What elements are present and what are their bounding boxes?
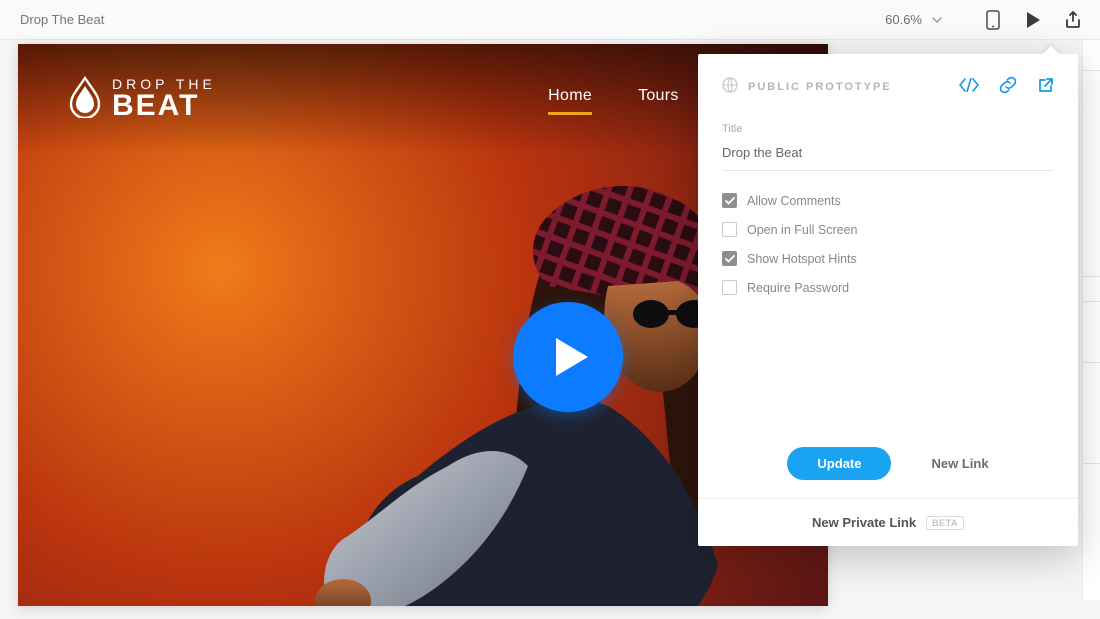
share-panel-actions: Update New Link xyxy=(722,433,1054,498)
title-input[interactable] xyxy=(722,141,1054,171)
share-panel: PUBLIC PROTOTYPE Title Allow Comments Op… xyxy=(698,54,1078,546)
share-panel-footer[interactable]: New Private Link BETA xyxy=(698,498,1078,546)
open-external-button[interactable] xyxy=(1037,77,1054,97)
option-hotspot-hints[interactable]: Show Hotspot Hints xyxy=(722,251,1054,266)
share-panel-header: PUBLIC PROTOTYPE xyxy=(722,76,1054,97)
checkbox-icon xyxy=(722,251,737,266)
drop-icon xyxy=(68,76,102,123)
checkbox-icon xyxy=(722,222,737,237)
option-label: Open in Full Screen xyxy=(747,223,857,237)
new-link-button[interactable]: New Link xyxy=(931,456,988,471)
chevron-down-icon xyxy=(932,17,942,23)
zoom-dropdown[interactable]: 60.6% xyxy=(885,12,942,27)
logo-line2: BEAT xyxy=(112,91,216,121)
option-require-password[interactable]: Require Password xyxy=(722,280,1054,295)
nav-link-home[interactable]: Home xyxy=(548,87,592,111)
globe-icon xyxy=(722,77,738,96)
share-button[interactable] xyxy=(1060,11,1086,29)
checkbox-icon xyxy=(722,193,737,208)
top-toolbar: Drop The Beat 60.6% xyxy=(0,0,1100,40)
prototype-type-label: PUBLIC PROTOTYPE xyxy=(748,81,939,93)
option-allow-comments[interactable]: Allow Comments xyxy=(722,193,1054,208)
copy-link-button[interactable] xyxy=(999,76,1017,97)
option-label: Show Hotspot Hints xyxy=(747,252,857,266)
side-rail xyxy=(1082,40,1100,600)
checkbox-icon xyxy=(722,280,737,295)
beta-badge: BETA xyxy=(926,516,964,530)
update-button[interactable]: Update xyxy=(787,447,891,480)
new-private-link-label: New Private Link xyxy=(812,515,916,530)
prototype-play-button[interactable] xyxy=(513,302,623,412)
app-root: Drop The Beat 60.6% D xyxy=(0,0,1100,619)
site-logo[interactable]: DROP THE BEAT xyxy=(68,76,216,123)
zoom-level: 60.6% xyxy=(885,12,922,27)
document-title: Drop The Beat xyxy=(20,12,885,27)
site-logo-text: DROP THE BEAT xyxy=(112,77,216,121)
mobile-preview-button[interactable] xyxy=(980,10,1006,30)
option-label: Allow Comments xyxy=(747,194,841,208)
play-preview-button[interactable] xyxy=(1020,11,1046,29)
play-icon xyxy=(554,336,590,378)
option-label: Require Password xyxy=(747,281,849,295)
nav-link-tours[interactable]: Tours xyxy=(638,87,679,111)
embed-code-button[interactable] xyxy=(959,78,979,95)
option-open-fullscreen[interactable]: Open in Full Screen xyxy=(722,222,1054,237)
title-field-label: Title xyxy=(722,123,1054,135)
